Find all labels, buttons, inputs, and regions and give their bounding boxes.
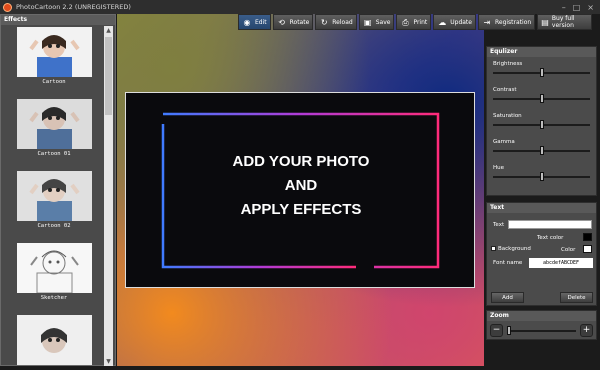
print-icon: ⎙ [402, 17, 409, 27]
text-input[interactable] [508, 220, 592, 229]
contrast-row: Contrast [487, 83, 596, 109]
contrast-slider-handle[interactable] [539, 94, 544, 103]
background-color-swatch[interactable] [583, 245, 592, 253]
save-button[interactable]: ▣ Save [358, 14, 395, 30]
cart-icon: ▤ [541, 17, 549, 27]
equalizer-title: Equlizer [487, 47, 596, 57]
reload-icon: ↻ [320, 17, 328, 27]
save-icon: ▣ [363, 17, 372, 27]
hue-slider[interactable] [493, 172, 590, 181]
contrast-label: Contrast [493, 87, 517, 93]
effect-thumbnail [17, 315, 92, 365]
scroll-down-icon[interactable]: ▼ [104, 357, 113, 366]
text-label: Text [493, 222, 505, 228]
print-label: Print [413, 18, 428, 26]
effect-thumbnail [17, 99, 92, 149]
print-button[interactable]: ⎙ Print [396, 14, 432, 30]
canvas-prompt-line-1: ADD YOUR PHOTO [232, 153, 370, 170]
rotate-button[interactable]: ⟲ Rotate [272, 14, 314, 30]
saturation-slider-handle[interactable] [539, 120, 544, 129]
gamma-slider-handle[interactable] [539, 146, 544, 155]
font-selector[interactable]: abcdefABCDEF [529, 258, 593, 268]
close-icon[interactable]: × [587, 3, 594, 12]
app-logo-icon [3, 2, 12, 12]
delete-button[interactable]: Delete [560, 292, 593, 303]
text-color-swatch[interactable] [583, 233, 592, 241]
registration-icon: ⇥ [483, 17, 491, 27]
canvas-prompt-line-2: AND [284, 177, 318, 194]
effects-scrollbar[interactable]: ▲ ▼ [104, 26, 113, 366]
title-bar: PhotoCartoon 2.2 (UNREGISTERED) – □ × [0, 0, 600, 14]
zoom-slider[interactable] [507, 326, 576, 335]
brightness-label: Brightness [493, 61, 523, 67]
zoom-out-icon[interactable]: − [490, 324, 503, 337]
scroll-up-icon[interactable]: ▲ [104, 26, 113, 35]
hue-slider-handle[interactable] [539, 172, 544, 181]
effect-thumbnail [17, 243, 92, 293]
effect-label: Sketcher [40, 295, 68, 301]
effect-item-cartoon[interactable]: Cartoon [5, 27, 103, 99]
effect-item-cartoon-01[interactable]: Cartoon 01 [5, 99, 103, 171]
toolbar: ◉ Edit ⟲ Rotate ↻ Reload ▣ Save ⎙ Print … [238, 14, 592, 30]
save-label: Save [375, 18, 391, 26]
gamma-slider[interactable] [493, 146, 590, 155]
effect-thumbnail [17, 171, 92, 221]
text-panel: Text Text Text color Background Color Fo… [486, 202, 597, 306]
brightness-row: Brightness [487, 57, 596, 83]
text-color-label: Text color [537, 235, 564, 241]
effects-sidebar: Effects Cartoon Cartoon 01 Cartoon 02 Sk… [0, 14, 116, 366]
equalizer-panel: Equlizer Brightness Contrast Saturation … [486, 46, 597, 196]
cloud-download-icon: ☁ [438, 17, 447, 27]
scroll-thumb[interactable] [105, 37, 112, 115]
buy-full-version-button[interactable]: ▤ Buy full version [537, 14, 592, 30]
reload-button[interactable]: ↻ Reload [315, 14, 357, 30]
contrast-slider[interactable] [493, 94, 590, 103]
background-checkbox[interactable] [491, 246, 496, 251]
photo-canvas[interactable]: ADD YOUR PHOTO AND APPLY EFFECTS [125, 92, 475, 288]
effect-label: Cartoon [42, 79, 66, 85]
rotate-label: Rotate [289, 18, 310, 26]
saturation-slider[interactable] [493, 120, 590, 129]
effect-thumbnail [17, 27, 92, 77]
effect-item-cartoon-02[interactable]: Cartoon 02 [5, 171, 103, 243]
effect-item[interactable] [5, 315, 103, 370]
registration-label: Registration [494, 18, 532, 26]
zoom-slider-handle[interactable] [507, 326, 511, 335]
hue-row: Hue [487, 161, 596, 187]
saturation-row: Saturation [487, 109, 596, 135]
effect-label: Cartoon 02 [37, 223, 71, 229]
window-title: PhotoCartoon 2.2 (UNREGISTERED) [16, 3, 131, 11]
buy-label: Buy full version [551, 15, 575, 29]
effect-item-sketcher[interactable]: Sketcher [5, 243, 103, 315]
canvas-prompt-line-3: APPLY EFFECTS [240, 201, 362, 218]
rotate-icon: ⟲ [278, 17, 285, 27]
add-button[interactable]: Add [491, 292, 524, 303]
maximize-icon[interactable]: □ [573, 3, 581, 12]
reload-label: Reload [332, 18, 353, 26]
brightness-slider[interactable] [493, 68, 590, 77]
brightness-slider-handle[interactable] [539, 68, 544, 77]
gamma-row: Gamma [487, 135, 596, 161]
update-label: Update [450, 18, 472, 26]
hue-label: Hue [493, 165, 505, 171]
minimize-icon[interactable]: – [562, 3, 566, 12]
color-label: Color [561, 247, 576, 253]
background-label: Background [498, 246, 531, 252]
effects-header: Effects [1, 15, 115, 25]
saturation-label: Saturation [493, 113, 522, 119]
zoom-in-icon[interactable]: + [580, 324, 593, 337]
background-checkbox-row[interactable]: Background [491, 246, 531, 252]
edit-button[interactable]: ◉ Edit [238, 14, 271, 30]
effect-label: Cartoon 01 [37, 151, 71, 157]
edit-label: Edit [255, 18, 267, 26]
text-panel-title: Text [487, 203, 596, 213]
font-name-label: Font name [493, 260, 523, 266]
registration-button[interactable]: ⇥ Registration [477, 14, 536, 30]
gamma-label: Gamma [493, 139, 515, 145]
update-button[interactable]: ☁ Update [433, 14, 476, 30]
zoom-panel: Zoom − + [486, 310, 597, 340]
zoom-title: Zoom [487, 311, 596, 321]
camera-icon: ◉ [243, 17, 251, 27]
